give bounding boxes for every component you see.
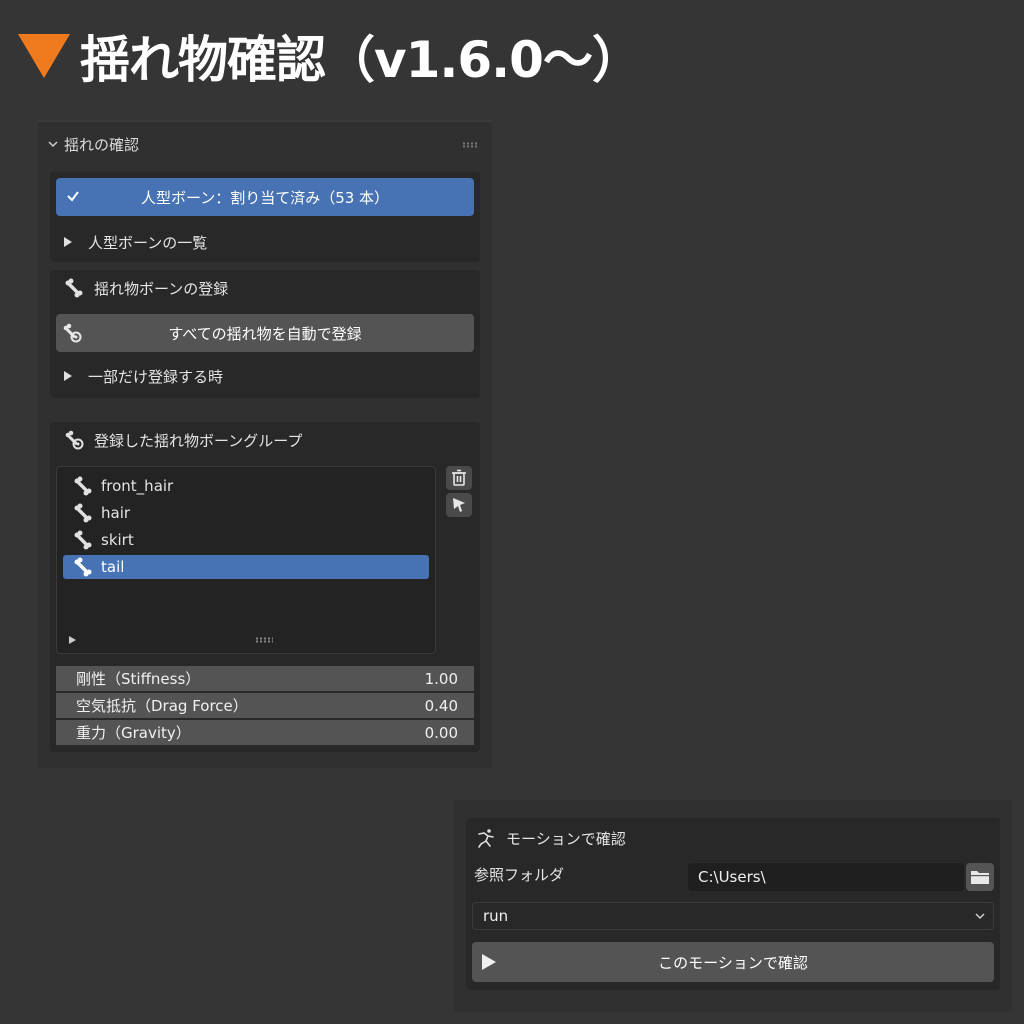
page-title: 揺れ物確認（v1.6.0～） [80,31,642,89]
sway-check-panel: 揺れの確認 人型ボーン：割り当て済み（53 本） 人型ボーンの一覧 揺れ物ボーン… [38,120,492,768]
motion-select-value: run [483,907,509,925]
bone-icon [74,530,92,550]
list-item-label: hair [101,504,131,522]
drag-force-label: 空気抵抗（Drag Force） [76,697,248,715]
humanoid-list-toggle[interactable]: 人型ボーンの一覧 [64,230,470,254]
running-figure-icon [478,829,494,848]
list-footer [69,633,423,647]
orange-triangle-icon [18,34,70,78]
drag-force-value: 0.40 [424,696,458,715]
bone-icon [74,476,92,496]
list-item-label: front_hair [101,477,174,495]
list-item-skirt[interactable]: skirt [63,528,429,552]
folder-path-input[interactable]: C:\Users\ [688,863,964,891]
motion-section: モーションで確認 参照フォルダ C:\Users\ run このモーションで確認 [466,818,1000,990]
groups-header: 登録した揺れ物ボーングループ [64,428,470,452]
confirm-motion-label: このモーションで確認 [658,953,808,972]
bone-icon [74,503,92,523]
confirm-motion-button[interactable]: このモーションで確認 [472,942,994,982]
bone-icon [74,557,92,577]
list-item-label: skirt [101,531,134,549]
gravity-value: 0.00 [424,723,458,742]
motion-check-panel: モーションで確認 参照フォルダ C:\Users\ run このモーションで確認 [454,800,1012,1012]
stiffness-field[interactable]: 剛性（Stiffness） 1.00 [56,666,474,691]
motion-title: モーションで確認 [506,829,626,848]
folder-path-value: C:\Users\ [698,868,766,886]
chevron-down-icon [48,141,58,148]
register-header: 揺れ物ボーンの登録 [64,276,470,300]
list-item-hair[interactable]: hair [63,501,429,525]
check-icon [67,191,79,202]
filter-toggle-icon[interactable] [69,636,76,644]
bone-group-list[interactable]: front_hair hair skirt tail [56,466,436,654]
humanoid-status-button[interactable]: 人型ボーン：割り当て済み（53 本） [56,178,474,216]
humanoid-section: 人型ボーン：割り当て済み（53 本） 人型ボーンの一覧 [50,172,480,262]
chevron-down-icon [975,913,985,920]
bone-gear-icon [65,430,84,450]
drag-grip-icon[interactable] [462,142,478,148]
panel-title: 揺れの確認 [64,135,140,154]
bone-icon [65,278,83,298]
drag-force-field[interactable]: 空気抵抗（Drag Force） 0.40 [56,693,474,718]
play-icon [482,954,496,970]
delete-group-button[interactable] [446,466,472,490]
page-heading: 揺れ物確認（v1.6.0～） [18,18,642,94]
register-title: 揺れ物ボーンの登録 [94,279,229,298]
motion-select[interactable]: run [472,902,994,930]
folder-label: 参照フォルダ [474,866,565,884]
register-section: 揺れ物ボーンの登録 すべての揺れ物を自動で登録 一部だけ登録する時 [50,270,480,398]
auto-register-button[interactable]: すべての揺れ物を自動で登録 [56,314,474,352]
list-item-label: tail [101,558,125,576]
motion-header: モーションで確認 [476,826,990,850]
list-item-front-hair[interactable]: front_hair [63,474,429,498]
humanoid-list-label: 人型ボーンの一覧 [88,233,208,252]
auto-register-label: すべての揺れ物を自動で登録 [168,324,362,343]
groups-title: 登録した揺れ物ボーングループ [94,431,303,450]
panel-header[interactable]: 揺れの確認 [48,132,482,156]
expand-arrow-icon [64,237,72,247]
trash-icon [452,469,466,486]
gravity-label: 重力（Gravity） [76,724,191,742]
resize-grip-icon[interactable] [255,637,273,643]
stiffness-label: 剛性（Stiffness） [76,670,201,688]
select-group-button[interactable] [446,493,472,517]
expand-arrow-icon [64,371,72,381]
bone-groups-section: 登録した揺れ物ボーングループ front_hair hair skirt tai… [50,422,480,752]
stiffness-value: 1.00 [424,669,458,688]
list-item-tail[interactable]: tail [63,555,429,579]
browse-folder-button[interactable] [966,863,994,891]
bone-gear-icon [63,323,82,343]
partial-register-label: 一部だけ登録する時 [88,367,224,386]
folder-icon [971,871,989,884]
gravity-field[interactable]: 重力（Gravity） 0.00 [56,720,474,745]
partial-register-toggle[interactable]: 一部だけ登録する時 [64,364,470,388]
cursor-arrow-icon [453,498,465,512]
humanoid-status-label: 人型ボーン：割り当て済み（53 本） [140,188,390,207]
